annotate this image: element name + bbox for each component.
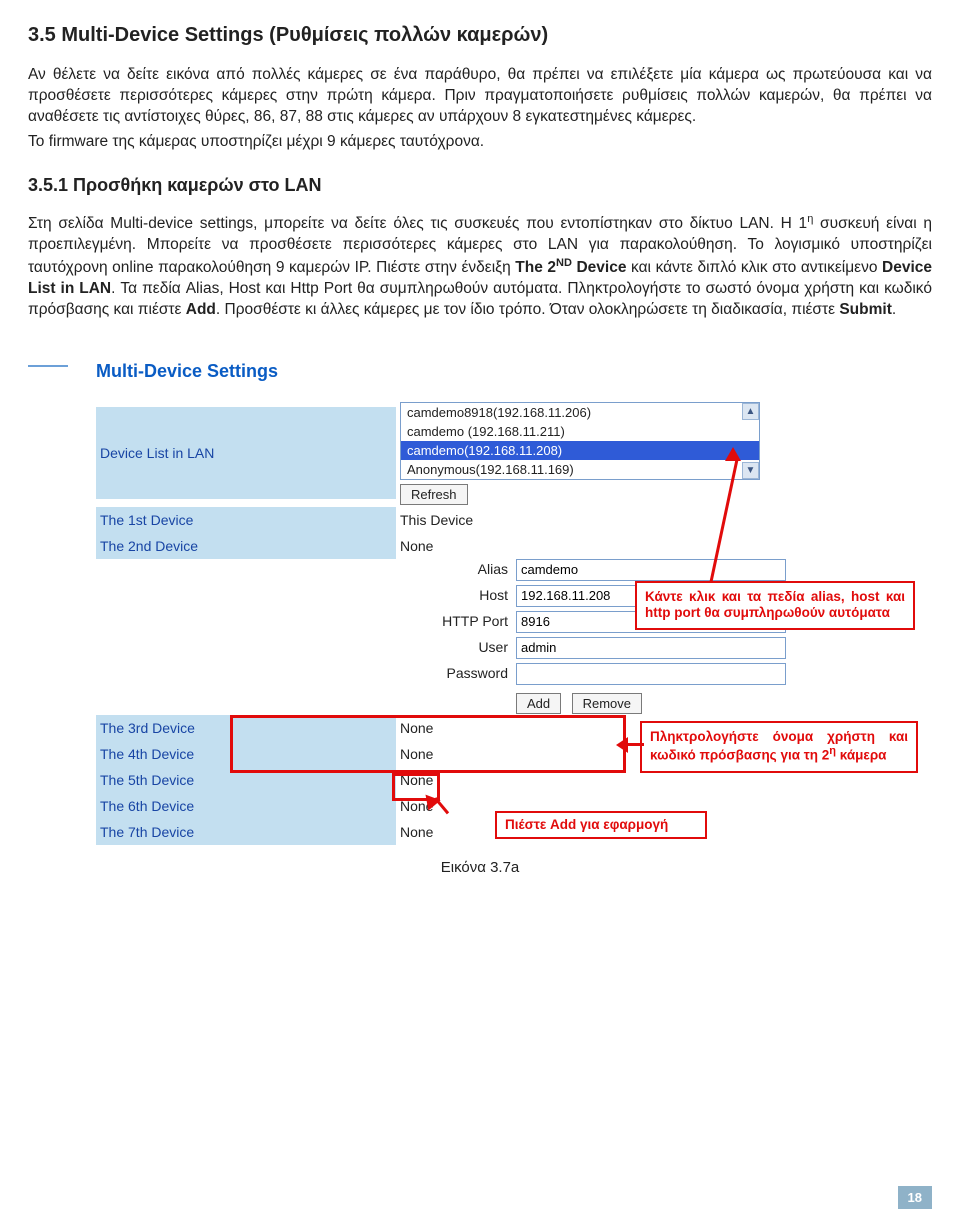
callout-press-add: Πιέστε Add για εφαρμογή bbox=[495, 811, 707, 840]
paragraph-1b: Το firmware της κάμερας υποστηρίζει μέχρ… bbox=[28, 132, 932, 153]
arrow-head-icon bbox=[616, 737, 628, 753]
device-2-label[interactable]: The 2nd Device bbox=[96, 533, 396, 559]
device-6-label[interactable]: The 6th Device bbox=[96, 793, 396, 819]
device-1-label: The 1st Device bbox=[96, 507, 396, 533]
password-input[interactable] bbox=[516, 663, 786, 685]
multi-device-settings-panel: Multi-Device Settings Device List in LAN… bbox=[96, 357, 916, 845]
highlight-user-password-box bbox=[230, 715, 626, 773]
add-button[interactable]: Add bbox=[516, 693, 561, 714]
alias-label: Alias bbox=[396, 559, 516, 585]
scroll-up-icon[interactable]: ▲ bbox=[742, 403, 759, 420]
user-input[interactable] bbox=[516, 637, 786, 659]
subsection-title: 3.5.1 Προσθήκη καμερών στο LAN bbox=[28, 175, 932, 196]
remove-button[interactable]: Remove bbox=[572, 693, 642, 714]
paragraph-1: Αν θέλετε να δείτε εικόνα από πολλές κάμ… bbox=[28, 65, 932, 128]
device-1-value: This Device bbox=[396, 507, 916, 533]
device-list-option[interactable]: camdemo (192.168.11.211) bbox=[401, 422, 759, 441]
http-port-label: HTTP Port bbox=[396, 611, 516, 637]
page-number: 18 bbox=[898, 1186, 932, 1209]
device-7-label[interactable]: The 7th Device bbox=[96, 819, 396, 845]
figure-caption: Εικόνα 3.7a bbox=[28, 859, 932, 876]
device-2-value: None bbox=[396, 533, 916, 559]
arrow-head-icon bbox=[725, 447, 741, 461]
paragraph-2: Στη σελίδα Multi-device settings, μπορεί… bbox=[28, 212, 932, 321]
device-list-select[interactable]: camdemo8918(192.168.11.206) camdemo (192… bbox=[400, 402, 760, 480]
panel-title: Multi-Device Settings bbox=[96, 357, 916, 400]
user-label: User bbox=[396, 637, 516, 663]
callout-user-password: Πληκτρολογήστε όνομα χρήστη και κωδικό π… bbox=[640, 721, 918, 773]
device-list-option[interactable]: Anonymous(192.168.11.169) bbox=[401, 460, 759, 479]
refresh-button[interactable]: Refresh bbox=[400, 484, 468, 505]
alias-input[interactable] bbox=[516, 559, 786, 581]
device-list-in-lan-label: Device List in LAN bbox=[96, 407, 396, 499]
device-list-option[interactable]: camdemo8918(192.168.11.206) bbox=[401, 403, 759, 422]
password-label: Password bbox=[396, 663, 516, 689]
section-title: 3.5 Multi-Device Settings (Ρυθμίσεις πολ… bbox=[28, 24, 932, 47]
scroll-down-icon[interactable]: ▼ bbox=[742, 462, 759, 479]
host-label: Host bbox=[396, 585, 516, 611]
device-list-option-selected[interactable]: camdemo(192.168.11.208) bbox=[401, 441, 759, 460]
callout-alias-host-port: Κάντε κλικ και τα πεδία alias, host και … bbox=[635, 581, 915, 631]
